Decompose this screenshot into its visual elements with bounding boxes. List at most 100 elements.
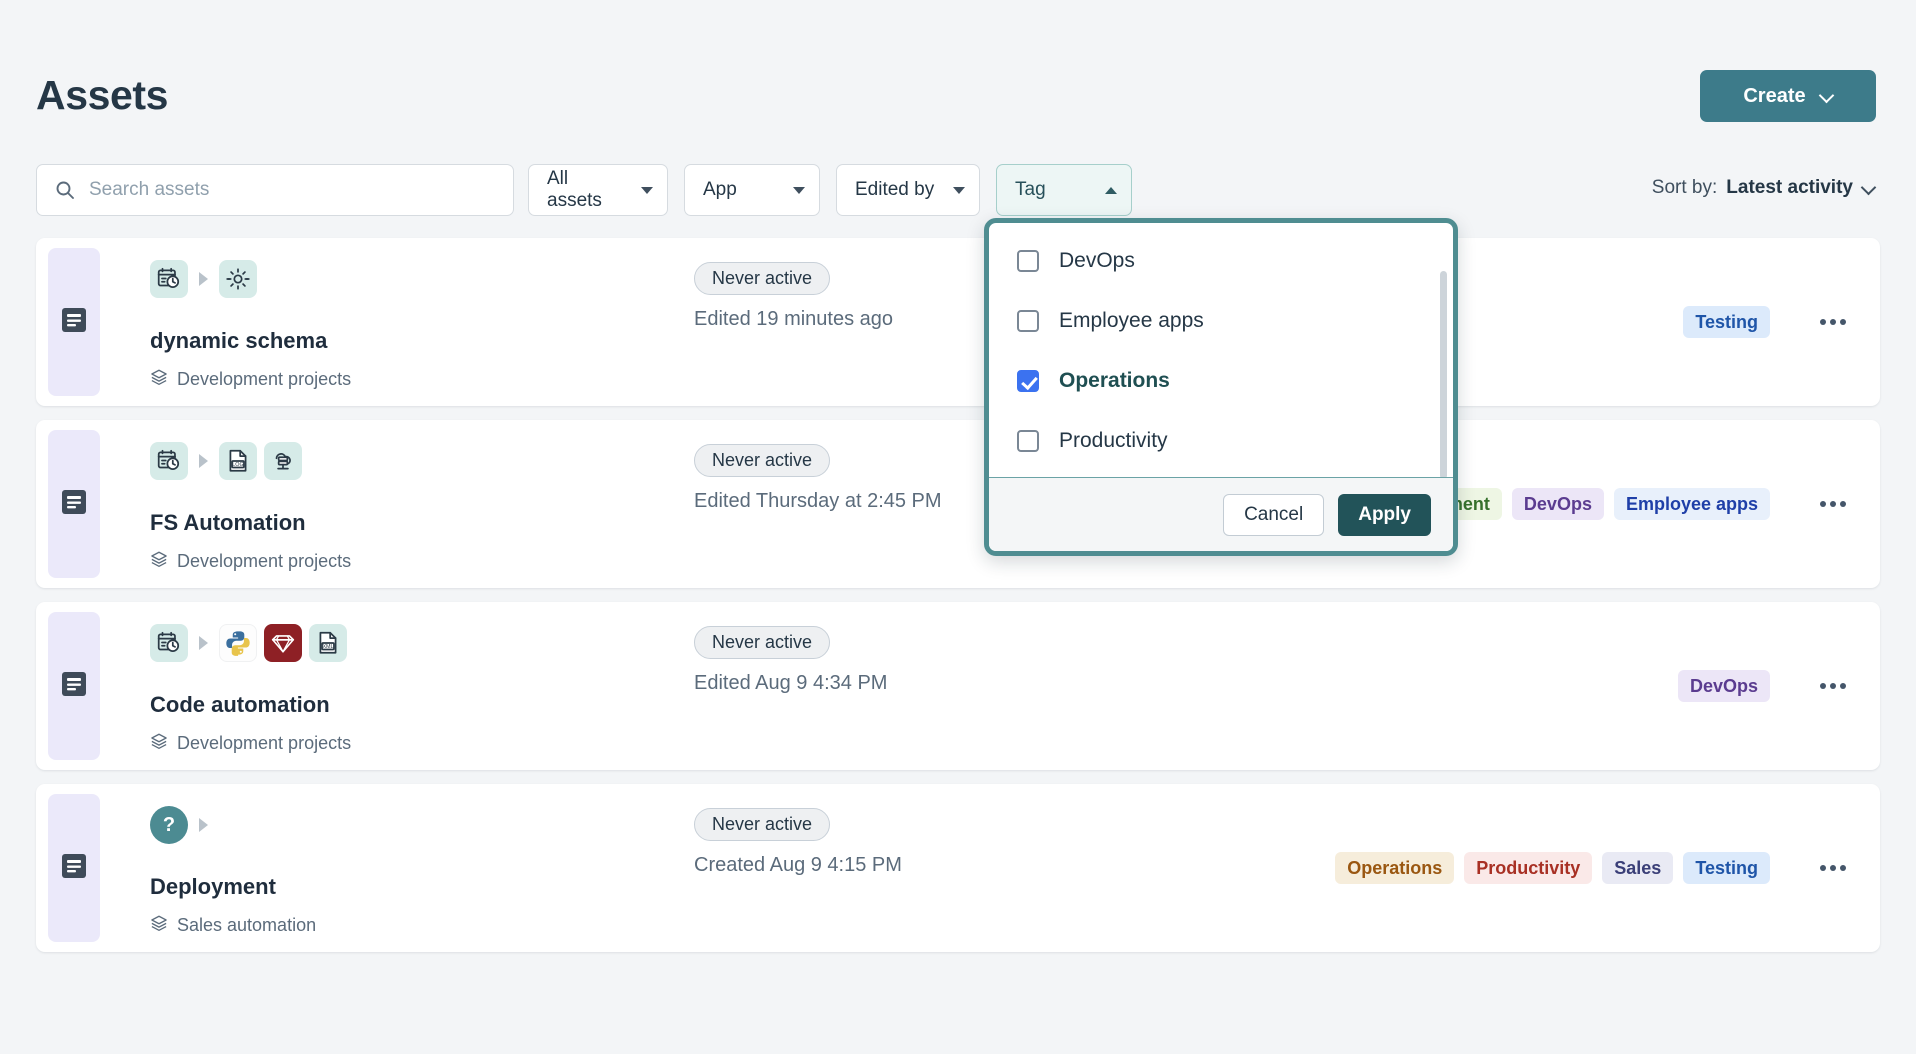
search-icon (55, 180, 75, 200)
chevron-down-icon (1820, 90, 1833, 103)
ruby-icon[interactable] (264, 624, 302, 662)
asset-tag[interactable]: Testing (1683, 852, 1770, 884)
filter-tag[interactable]: Tag (996, 164, 1132, 216)
chevron-up-icon (1105, 187, 1117, 194)
filter-all-assets[interactable]: All assets (528, 164, 668, 216)
kebab-menu-icon[interactable] (1816, 420, 1846, 588)
asset-folder-label: Development projects (177, 369, 351, 390)
cloud-server-icon[interactable] (264, 442, 302, 480)
asset-timestamp: Edited Aug 9 4:34 PM (694, 672, 887, 695)
question-mark-icon[interactable]: ? (150, 806, 188, 844)
checkbox[interactable] (1017, 250, 1039, 272)
create-button-label: Create (1743, 85, 1805, 108)
python-icon[interactable] (219, 624, 257, 662)
asset-card-body: XML Code automation Development projects Ne… (100, 602, 1880, 770)
checkbox[interactable] (1017, 370, 1039, 392)
search-input[interactable] (89, 179, 469, 201)
asset-tag[interactable]: DevOps (1512, 488, 1604, 520)
asset-card-body: ? Deployment Sales automation Never active C… (100, 784, 1880, 952)
asset-tag-row: Testing (1683, 238, 1770, 406)
tag-option-operations[interactable]: Operations (989, 351, 1453, 411)
checkbox[interactable] (1017, 310, 1039, 332)
chevron-down-icon (641, 187, 653, 194)
asset-card[interactable]: XML Code automation Development projects Ne… (36, 602, 1880, 770)
asset-flow-icons: XML (150, 624, 347, 662)
asset-card[interactable]: LOG FS Automation Development projects Neve… (36, 420, 1880, 588)
dropdown-footer: Cancel Apply (989, 477, 1453, 551)
asset-folder[interactable]: Development projects (150, 368, 351, 391)
search-box[interactable] (36, 164, 514, 216)
status-badge: Never active (694, 444, 830, 477)
tag-option-label: Productivity (1059, 429, 1168, 453)
asset-list: dynamic schema Development projects Never … (36, 238, 1880, 966)
svg-text:XML: XML (322, 644, 333, 650)
asset-tag[interactable]: Testing (1683, 306, 1770, 338)
kebab-menu-icon[interactable] (1816, 784, 1846, 952)
schedule-calendar-clock-icon[interactable] (150, 442, 188, 480)
filter-edited-by[interactable]: Edited by (836, 164, 980, 216)
asset-folder-label: Sales automation (177, 915, 316, 936)
tag-option-productivity[interactable]: Productivity (989, 411, 1453, 471)
asset-flow-icons: ? (150, 806, 212, 844)
arrow-right-icon (199, 272, 208, 286)
asset-tag[interactable]: Sales (1602, 852, 1673, 884)
tag-option-devops[interactable]: DevOps (989, 231, 1453, 291)
asset-name[interactable]: dynamic schema (150, 328, 327, 354)
log-file-icon[interactable]: LOG (219, 442, 257, 480)
schedule-calendar-clock-icon[interactable] (150, 624, 188, 662)
document-icon (59, 306, 89, 339)
asset-timestamp: Created Aug 9 4:15 PM (694, 854, 902, 877)
sort-by-value: Latest activity (1726, 177, 1853, 199)
tag-option-label: Employee apps (1059, 309, 1204, 333)
checkbox[interactable] (1017, 430, 1039, 452)
asset-card[interactable]: ? Deployment Sales automation Never active C… (36, 784, 1880, 952)
svg-text:LOG: LOG (232, 462, 243, 468)
cancel-button[interactable]: Cancel (1223, 494, 1324, 536)
xml-file-icon[interactable]: XML (309, 624, 347, 662)
status-badge: Never active (694, 626, 830, 659)
asset-folder-label: Development projects (177, 733, 351, 754)
status-badge: Never active (694, 808, 830, 841)
tag-option-sales[interactable]: Sales (989, 471, 1453, 477)
asset-flow-icons: LOG (150, 442, 302, 480)
asset-tag[interactable]: Productivity (1464, 852, 1592, 884)
arrow-right-icon (199, 454, 208, 468)
document-icon (59, 488, 89, 521)
filter-app[interactable]: App (684, 164, 820, 216)
asset-name[interactable]: Deployment (150, 874, 276, 900)
tag-filter-dropdown: DevOps Employee apps Operations Productivit… (984, 218, 1458, 556)
asset-name[interactable]: FS Automation (150, 510, 306, 536)
chevron-down-icon (953, 187, 965, 194)
asset-folder[interactable]: Development projects (150, 550, 351, 573)
filter-tag-label: Tag (1015, 179, 1046, 201)
assets-page: Assets Create All assets App Edited by (0, 0, 1916, 1054)
dropdown-scrollbar[interactable] (1440, 271, 1447, 477)
schedule-calendar-clock-icon[interactable] (150, 260, 188, 298)
gear-process-icon[interactable] (219, 260, 257, 298)
asset-tag[interactable]: Employee apps (1614, 488, 1770, 520)
arrow-right-icon (199, 636, 208, 650)
tag-option-employee-apps[interactable]: Employee apps (989, 291, 1453, 351)
asset-type-rail (48, 794, 100, 942)
sort-by-control[interactable]: Sort by: Latest activity (1652, 177, 1876, 199)
asset-tag-row: DevOps (1678, 602, 1770, 770)
tag-option-label: DevOps (1059, 249, 1135, 273)
page-title: Assets (36, 72, 168, 119)
filter-edited-by-label: Edited by (855, 179, 934, 201)
layers-icon (150, 368, 168, 391)
asset-type-rail (48, 248, 100, 396)
asset-tag[interactable]: Operations (1335, 852, 1454, 884)
asset-folder[interactable]: Development projects (150, 732, 351, 755)
asset-folder[interactable]: Sales automation (150, 914, 316, 937)
apply-button[interactable]: Apply (1338, 494, 1431, 536)
filter-app-label: App (703, 179, 737, 201)
create-button[interactable]: Create (1700, 70, 1876, 122)
kebab-menu-icon[interactable] (1816, 602, 1846, 770)
chevron-down-icon (793, 187, 805, 194)
kebab-menu-icon[interactable] (1816, 238, 1846, 406)
asset-name[interactable]: Code automation (150, 692, 330, 718)
document-icon (59, 852, 89, 885)
asset-card[interactable]: dynamic schemaDevelopment projectsNever … (36, 238, 1880, 406)
asset-folder-label: Development projects (177, 551, 351, 572)
asset-tag[interactable]: DevOps (1678, 670, 1770, 702)
